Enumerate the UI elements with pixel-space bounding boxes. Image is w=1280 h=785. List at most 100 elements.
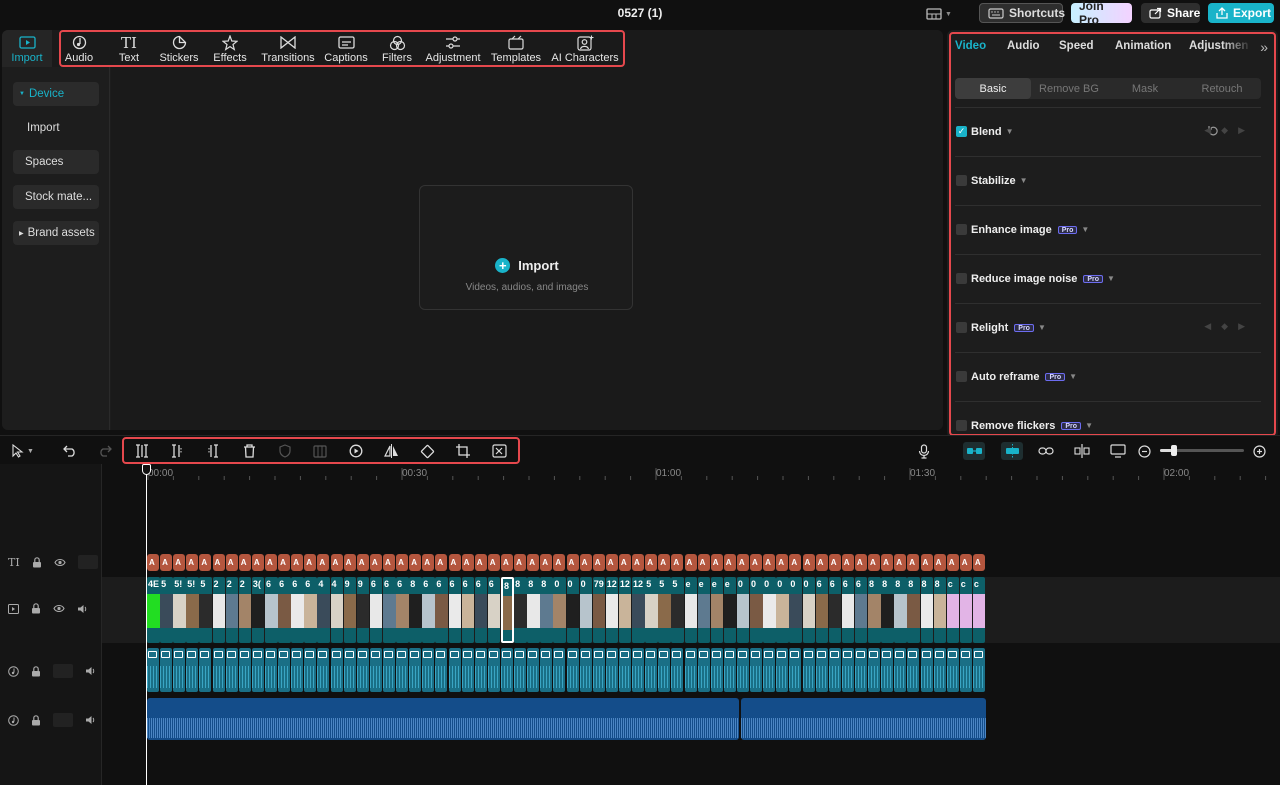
video-clip[interactable]: 5 (199, 577, 212, 643)
music-clip[interactable] (741, 698, 986, 740)
text-clip[interactable]: A (855, 554, 867, 571)
checkbox[interactable] (956, 175, 967, 186)
chevron-down-icon[interactable]: ▼ (1038, 323, 1046, 332)
video-clip[interactable]: 6 (462, 577, 475, 643)
zoom-slider-handle[interactable] (1171, 445, 1177, 456)
smart-edit-button[interactable] (490, 442, 508, 460)
text-clip[interactable]: A (213, 554, 225, 571)
text-clip[interactable]: A (619, 554, 631, 571)
text-clip[interactable]: A (540, 554, 552, 571)
audio-clip[interactable] (252, 648, 264, 692)
text-clip[interactable]: A (226, 554, 238, 571)
audio-clip[interactable] (881, 648, 893, 692)
audio-clip[interactable] (226, 648, 238, 692)
audio-clip[interactable] (789, 648, 801, 692)
feature-row-stabilize[interactable]: Stabilize ▼ (955, 156, 1261, 204)
video-clip[interactable]: 0 (553, 577, 566, 643)
feature-row-blend[interactable]: ✓ Blend ▼ ◀◆▶ (955, 107, 1261, 155)
video-clip[interactable]: 12 (619, 577, 632, 643)
chevron-down-icon[interactable]: ▼ (1085, 421, 1093, 430)
video-clip[interactable]: 6 (435, 577, 448, 643)
shortcuts-button[interactable]: Shortcuts (979, 3, 1063, 23)
feature-row-remove-flickers[interactable]: Remove flickers Pro ▼ (955, 401, 1261, 438)
video-clip[interactable]: 6 (370, 577, 383, 643)
text-clip[interactable]: A (868, 554, 880, 571)
text-clip[interactable]: A (553, 554, 565, 571)
delete-button[interactable] (240, 442, 258, 460)
video-clip[interactable]: 6 (304, 577, 317, 643)
text-clip[interactable]: A (396, 554, 408, 571)
chevron-down-icon[interactable]: ▼ (1081, 225, 1089, 234)
video-clip[interactable]: c (960, 577, 973, 643)
audio-clip[interactable] (199, 648, 211, 692)
timeline-ruler[interactable]: 00:00 00:30 01:00 01:30 02:00 (102, 464, 1280, 484)
lock-icon[interactable] (31, 666, 41, 677)
keyframe-nav-icon[interactable]: ◀◆▶ (1204, 321, 1255, 332)
audio-clip[interactable] (567, 648, 579, 692)
text-clip[interactable]: A (304, 554, 316, 571)
text-clip[interactable]: A (344, 554, 356, 571)
video-clip[interactable]: e (711, 577, 724, 643)
audio-clip[interactable] (580, 648, 592, 692)
mirror-button[interactable] (382, 442, 400, 460)
zoom-slider[interactable] (1160, 449, 1244, 452)
tab-stickers[interactable]: Stickers (156, 30, 202, 67)
video-clip[interactable]: 5! (173, 577, 186, 643)
text-clip[interactable]: A (199, 554, 211, 571)
text-clip[interactable]: A (317, 554, 329, 571)
audio-clip[interactable] (435, 648, 447, 692)
video-clip[interactable]: 2 (226, 577, 239, 643)
text-clip[interactable]: A (934, 554, 946, 571)
audio-clip[interactable] (829, 648, 841, 692)
audio-clip[interactable] (593, 648, 605, 692)
video-clip[interactable]: 6 (422, 577, 435, 643)
text-clip[interactable]: A (160, 554, 172, 571)
audio-clip[interactable] (907, 648, 919, 692)
tab-animation[interactable]: Animation (1115, 40, 1171, 52)
video-clip[interactable]: 8 (514, 577, 527, 643)
text-clip[interactable]: A (527, 554, 539, 571)
tab-templates[interactable]: Templates (488, 30, 544, 67)
audio-clip[interactable] (645, 648, 657, 692)
video-clip[interactable]: 6 (383, 577, 396, 643)
lock-icon[interactable] (31, 603, 41, 614)
text-clip[interactable]: A (370, 554, 382, 571)
text-clip[interactable]: A (658, 554, 670, 571)
audio-clip[interactable] (671, 648, 683, 692)
text-clip[interactable]: A (632, 554, 644, 571)
text-clip[interactable]: A (645, 554, 657, 571)
text-clip[interactable]: A (803, 554, 815, 571)
subtab-basic[interactable]: Basic (955, 78, 1031, 99)
video-clip[interactable]: 0 (789, 577, 802, 643)
audio-clip[interactable] (619, 648, 631, 692)
video-clip[interactable]: 3( (252, 577, 265, 643)
audio-clip[interactable] (763, 648, 775, 692)
import-action[interactable]: + Import (420, 258, 634, 273)
video-clip[interactable]: 2 (239, 577, 252, 643)
text-clip[interactable]: A (514, 554, 526, 571)
eye-icon[interactable] (54, 558, 66, 567)
video-clip[interactable]: 6 (265, 577, 278, 643)
video-clip[interactable]: 8 (881, 577, 894, 643)
audio-clip[interactable] (501, 648, 513, 692)
zoom-in-button[interactable] (1250, 442, 1268, 460)
tab-filters[interactable]: Filters (379, 30, 415, 67)
speaker-icon[interactable] (85, 715, 96, 725)
text-clip[interactable]: A (462, 554, 474, 571)
video-clip[interactable]: 5 (671, 577, 684, 643)
text-clip[interactable]: A (724, 554, 736, 571)
checkbox-checked[interactable]: ✓ (956, 126, 967, 137)
music-clip[interactable] (147, 698, 739, 740)
audio-clip[interactable] (947, 648, 959, 692)
auto-snapping-button[interactable] (1001, 442, 1023, 460)
text-clip[interactable]: A (829, 554, 841, 571)
screen-fit-button[interactable] (1109, 442, 1127, 460)
video-clip[interactable]: e (724, 577, 737, 643)
sidebar-item-brand-assets[interactable]: ▶ Brand assets (13, 221, 99, 245)
chevron-down-icon[interactable]: ▼ (1107, 274, 1115, 283)
text-clip[interactable]: A (606, 554, 618, 571)
audio-clip[interactable] (711, 648, 723, 692)
audio-clip[interactable] (842, 648, 854, 692)
video-clip[interactable]: 6 (475, 577, 488, 643)
video-clip[interactable]: 9 (344, 577, 357, 643)
